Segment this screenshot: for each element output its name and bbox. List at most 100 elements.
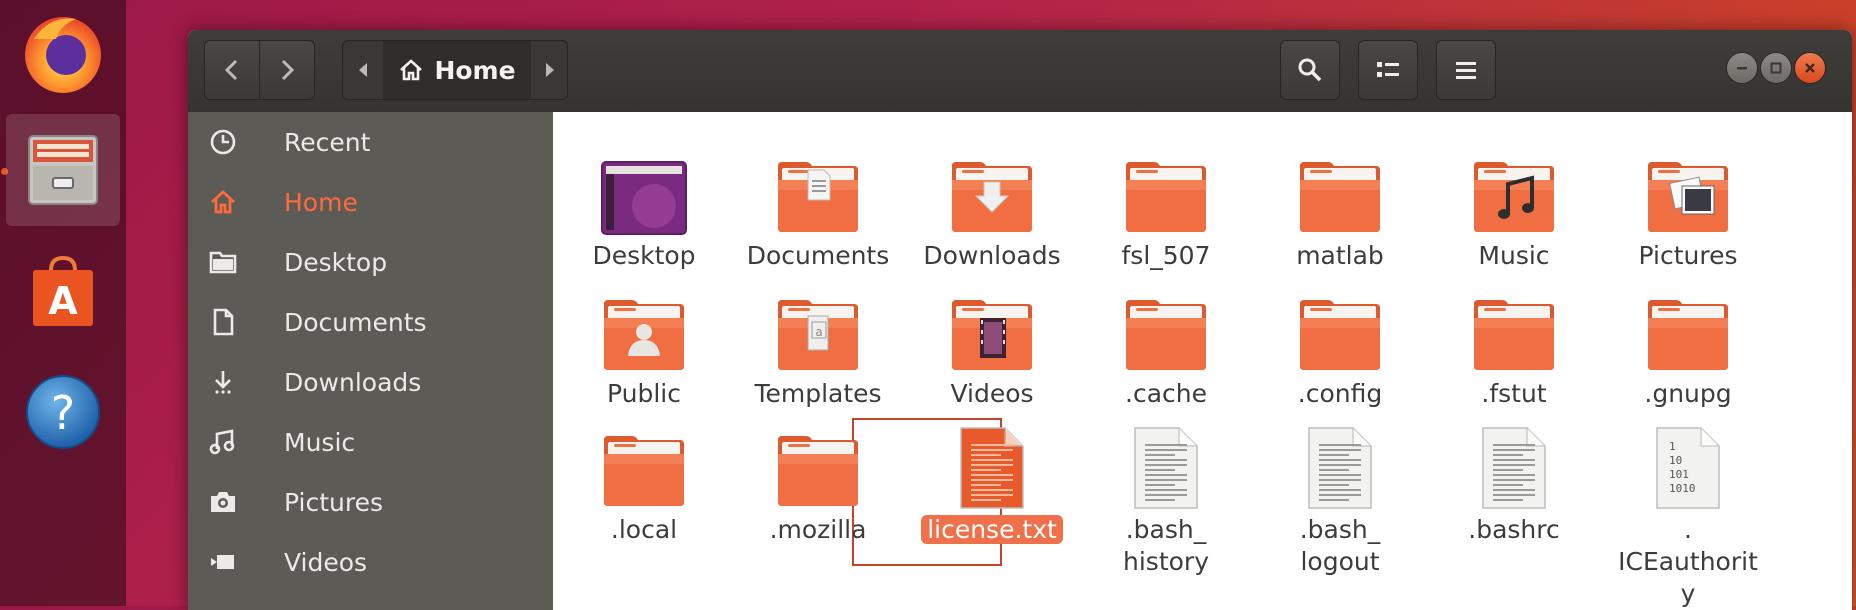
- camera-icon: [206, 485, 240, 519]
- dock-help[interactable]: ?: [6, 356, 120, 468]
- sidebar-item-recent[interactable]: Recent: [188, 112, 553, 172]
- file-item[interactable]: .mozilla: [731, 418, 905, 546]
- triangle-right-icon: [546, 63, 554, 77]
- sidebar-item-home[interactable]: Home: [188, 172, 553, 232]
- path-scroll-right[interactable]: [531, 41, 567, 99]
- hamburger-icon: [1456, 62, 1476, 79]
- sidebar-item-downloads[interactable]: Downloads: [188, 352, 553, 412]
- file-grid: Desktop Documents Downloads fsl_507 matlab Mu…: [553, 112, 1852, 610]
- view-list-icon: [1377, 62, 1399, 77]
- file-item[interactable]: Desktop: [557, 144, 731, 272]
- music-icon: [206, 425, 240, 459]
- file-name: Videos: [950, 379, 1034, 408]
- text-file-icon: [1079, 418, 1253, 510]
- sidebar-item-label: Documents: [284, 307, 427, 337]
- help-icon: ?: [26, 375, 100, 449]
- file-item[interactable]: license.txt: [905, 418, 1079, 546]
- search-icon: [1298, 58, 1322, 82]
- folder-icon: [1427, 144, 1601, 236]
- file-name: license.txt: [905, 514, 1079, 546]
- sidebar-item-pictures[interactable]: Pictures: [188, 472, 553, 532]
- sidebar-item-label: Pictures: [284, 487, 383, 517]
- desktop-icon: [557, 144, 731, 236]
- file-name: Documents: [746, 241, 890, 270]
- close-button[interactable]: [1794, 52, 1826, 84]
- folder-icon: [557, 282, 731, 374]
- sidebar-item-videos[interactable]: Videos: [188, 532, 553, 592]
- path-home-button[interactable]: Home: [383, 41, 531, 99]
- file-item[interactable]: Documents: [731, 144, 905, 272]
- file-item[interactable]: Pictures: [1601, 144, 1775, 272]
- file-item[interactable]: .cache: [1079, 282, 1253, 410]
- files-icon: [28, 135, 98, 205]
- file-item[interactable]: .gnupg: [1601, 282, 1775, 410]
- minimize-button[interactable]: [1726, 52, 1758, 84]
- dock-software[interactable]: A: [6, 236, 120, 348]
- dock-firefox[interactable]: [6, 0, 120, 108]
- document-icon: [206, 305, 240, 339]
- file-name: .config: [1297, 379, 1383, 408]
- file-item[interactable]: fsl_507: [1079, 144, 1253, 272]
- search-button[interactable]: [1280, 40, 1340, 100]
- sidebar: Recent Home Desktop Documents Downloads …: [188, 112, 553, 610]
- chevron-right-icon: [281, 59, 295, 81]
- dock-files[interactable]: [6, 114, 120, 226]
- headerbar: Home: [188, 30, 1852, 113]
- forward-button[interactable]: [259, 40, 315, 100]
- sidebar-item-desktop[interactable]: Desktop: [188, 232, 553, 292]
- folder-icon: [1079, 144, 1253, 236]
- file-item[interactable]: .local: [557, 418, 731, 546]
- file-item[interactable]: .fstut: [1427, 282, 1601, 410]
- file-item[interactable]: a Templates: [731, 282, 905, 410]
- path-scroll-left[interactable]: [343, 41, 383, 99]
- folder-icon: [1079, 282, 1253, 374]
- text-file-icon: [1427, 418, 1601, 510]
- file-name: matlab: [1296, 241, 1384, 270]
- file-name: Downloads: [923, 241, 1061, 270]
- dock: A ?: [0, 0, 126, 606]
- sidebar-item-label: Home: [284, 187, 358, 217]
- maximize-button[interactable]: [1760, 52, 1792, 84]
- folder-icon: [1253, 282, 1427, 374]
- sidebar-item-documents[interactable]: Documents: [188, 292, 553, 352]
- file-name: Music: [1478, 241, 1550, 270]
- folder-icon: [905, 282, 1079, 374]
- file-item[interactable]: Videos: [905, 282, 1079, 410]
- file-name: . ICEauthorit y: [1618, 515, 1758, 608]
- minimize-icon: [1737, 67, 1747, 70]
- sidebar-item-label: Downloads: [284, 367, 422, 397]
- folder-icon: [1427, 282, 1601, 374]
- file-item[interactable]: .bash_ logout: [1253, 418, 1427, 578]
- file-item[interactable]: .config: [1253, 282, 1427, 410]
- folder-icon: a: [731, 282, 905, 374]
- file-name: .gnupg: [1644, 379, 1732, 408]
- video-icon: [206, 545, 240, 579]
- file-item[interactable]: Music: [1427, 144, 1601, 272]
- text-file-icon: [905, 418, 1079, 510]
- file-name: .cache: [1125, 379, 1207, 408]
- file-item[interactable]: 1 10 101 1010. ICEauthorit y: [1601, 418, 1775, 610]
- file-name: .fstut: [1481, 379, 1547, 408]
- file-item[interactable]: Public: [557, 282, 731, 410]
- file-item[interactable]: Downloads: [905, 144, 1079, 272]
- file-name: Pictures: [1638, 241, 1738, 270]
- folder-icon: [1601, 144, 1775, 236]
- svg-text:a: a: [815, 325, 822, 339]
- back-button[interactable]: [204, 40, 260, 100]
- file-item[interactable]: .bash_ history: [1079, 418, 1253, 578]
- view-list-button[interactable]: [1358, 40, 1418, 100]
- file-item[interactable]: .bashrc: [1427, 418, 1601, 546]
- svg-text:1: 1: [1669, 440, 1676, 453]
- home-icon: [400, 59, 423, 81]
- text-file-icon: [1253, 418, 1427, 510]
- sidebar-item-label: Desktop: [284, 247, 388, 277]
- menu-button[interactable]: [1436, 40, 1496, 100]
- sidebar-item-label: Recent: [284, 127, 371, 157]
- file-item[interactable]: matlab: [1253, 144, 1427, 272]
- path-home-label: Home: [434, 55, 516, 85]
- file-name: fsl_507: [1121, 241, 1211, 270]
- folder-icon: [731, 144, 905, 236]
- folder-icon: [905, 144, 1079, 236]
- sidebar-item-music[interactable]: Music: [188, 412, 553, 472]
- file-name: .bash_ logout: [1299, 515, 1381, 576]
